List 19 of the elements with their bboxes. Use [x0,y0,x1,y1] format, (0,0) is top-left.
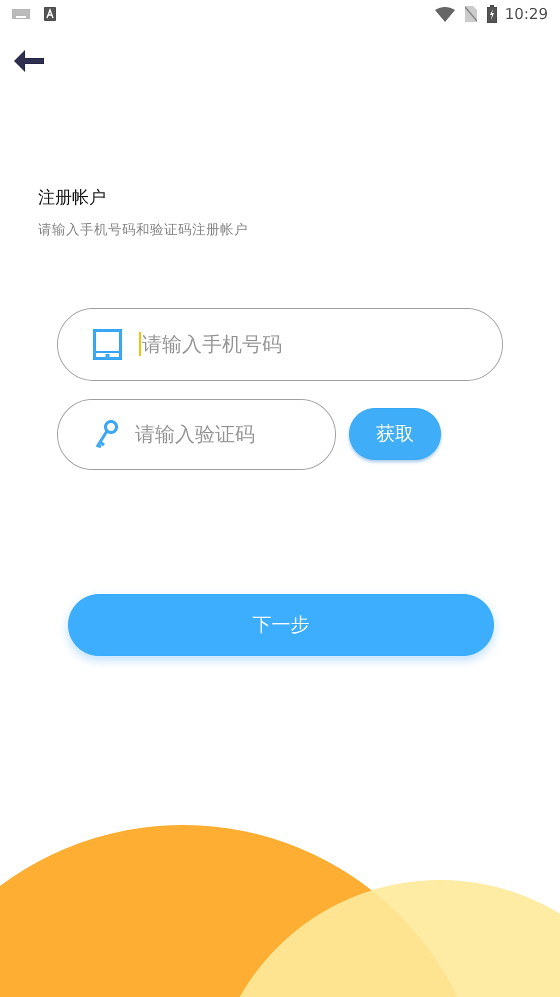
phone-field[interactable]: 请输入手机号码 [57,308,503,381]
next-button[interactable]: 下一步 [68,594,494,656]
back-button[interactable] [14,48,46,72]
back-arrow-icon [14,50,44,72]
text-cursor [139,332,141,356]
keyboard-icon [12,9,30,19]
page-title: 注册帐户 [38,187,107,210]
font-icon [44,7,56,21]
get-code-button[interactable]: 获取 [349,408,441,460]
page-subtitle: 请输入手机号码和验证码注册帐户 [38,220,249,240]
key-icon [94,419,119,450]
code-input[interactable]: 请输入验证码 [135,419,335,450]
status-time: 10:29 [504,4,548,25]
phone-input[interactable]: 请输入手机号码 [142,329,442,360]
wifi-icon [434,6,455,22]
tablet-icon [93,328,122,360]
code-field[interactable]: 请输入验证码 [57,398,336,470]
battery-charging-icon [486,5,497,23]
no-sim-icon [464,6,477,22]
